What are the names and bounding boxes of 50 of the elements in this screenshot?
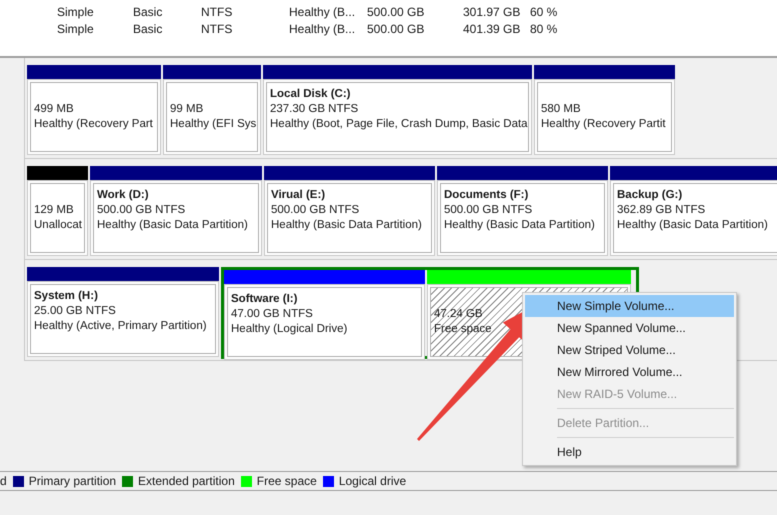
partition-size: 500.00 GB NTFS — [97, 203, 186, 218]
table-cell: Healthy (B... — [289, 22, 356, 36]
partition-size: 499 MB — [34, 102, 74, 117]
partition-status: Healthy (Recovery Partit — [541, 117, 666, 132]
table-cell: 301.97 GB — [463, 5, 520, 19]
volume-name: Software (I:) — [231, 292, 298, 307]
legend-label: d — [0, 473, 7, 490]
partition-status: Healthy (Logical Drive) — [231, 322, 348, 337]
partition-status: Unallocat — [34, 218, 82, 233]
partition-status: Healthy (Basic Data Partition) — [444, 218, 595, 233]
table-cell: Simple — [57, 5, 94, 19]
table-cell: NTFS — [201, 22, 232, 36]
volume-name: Virual (E:) — [271, 188, 326, 203]
legend-label: Logical drive — [338, 473, 406, 490]
partition-size: 237.30 GB NTFS — [270, 102, 358, 117]
partition-size: 580 MB — [541, 102, 581, 117]
partition-status: Healthy (Recovery Part — [34, 117, 153, 132]
partition-size: 362.89 GB NTFS — [617, 203, 706, 218]
table-cell: 80 % — [530, 22, 558, 36]
legend-label: Primary partition — [28, 473, 116, 490]
table-cell: 401.39 GB — [463, 22, 520, 36]
partition-size: 47.00 GB NTFS — [231, 307, 313, 322]
legend-label: Free space — [256, 473, 317, 490]
partition-size: 25.00 GB NTFS — [34, 304, 116, 319]
volume-name: Work (D:) — [97, 188, 149, 203]
volume-name: Backup (G:) — [617, 188, 682, 203]
partition-size: 99 MB — [170, 102, 204, 117]
volume-name: System (H:) — [34, 289, 98, 304]
table-cell: Healthy (B... — [289, 5, 356, 19]
legend-label: Extended partition — [138, 473, 235, 490]
partition-status: Healthy (Basic Data Partition) — [271, 218, 422, 233]
partition-status: Free space — [434, 322, 492, 337]
partition-size: 500.00 GB NTFS — [271, 203, 360, 218]
volume-name: Documents (F:) — [444, 188, 528, 203]
table-cell: 60 % — [530, 5, 558, 19]
volume-name: Local Disk (C:) — [270, 87, 351, 102]
partition-size: 129 MB — [34, 203, 74, 218]
partition-status: Healthy (Active, Primary Partition) — [34, 319, 207, 334]
partition-status: Healthy (Basic Data Partition) — [97, 218, 248, 233]
partition-status: Healthy (Basic Data Partition) — [617, 218, 768, 233]
table-cell: 500.00 GB — [367, 22, 424, 36]
partition-status: Healthy (Boot, Page File, Crash Dump, Basic Data — [270, 117, 528, 132]
partition-status: Healthy (EFI Sys — [170, 117, 256, 132]
table-cell: Simple — [57, 22, 94, 36]
table-cell: 500.00 GB — [367, 5, 424, 19]
partition-size: 500.00 GB NTFS — [444, 203, 532, 218]
table-cell: Basic — [133, 22, 162, 36]
table-cell: NTFS — [201, 5, 232, 19]
partition-size: 47.24 GB — [434, 307, 483, 322]
table-cell: Basic — [133, 5, 162, 19]
